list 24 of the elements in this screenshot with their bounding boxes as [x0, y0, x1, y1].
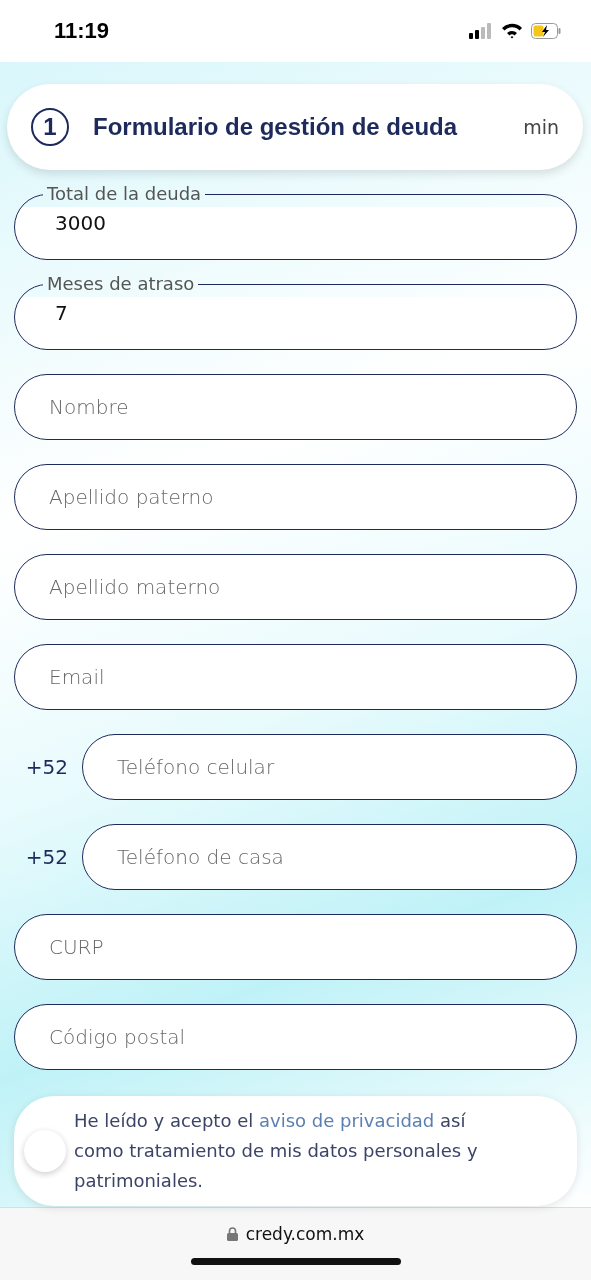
battery-icon — [531, 23, 561, 39]
input-field[interactable]: Nombre — [14, 374, 577, 440]
clock: 11:19 — [54, 18, 110, 44]
consent-text: He leído y acepto el aviso de privacidad así como tratamiento de mis datos personales y patrimoniales. — [74, 1109, 479, 1193]
country-code: +52 — [24, 845, 68, 869]
url-text[interactable]: credy.com.mx — [245, 1224, 365, 1244]
lock-icon — [226, 1227, 238, 1241]
privacy-link[interactable]: aviso de privacidad — [259, 1110, 435, 1131]
consent-toggle[interactable] — [24, 1130, 66, 1172]
input-field[interactable]: Apellido paterno — [14, 464, 577, 530]
input-field[interactable]: Código postal — [14, 1004, 577, 1070]
step-number: 1 — [31, 108, 69, 146]
field-label: Total de la deuda — [46, 182, 203, 206]
signal-icon — [469, 23, 493, 39]
field-label: Meses de atraso — [46, 272, 196, 296]
input-field[interactable]: CURP — [14, 914, 577, 980]
phone-field[interactable]: Teléfono celular — [82, 734, 577, 800]
input-field[interactable]: Apellido materno — [14, 554, 577, 620]
duration-label: min — [523, 116, 559, 138]
phone-field[interactable]: Teléfono de casa — [82, 824, 577, 890]
form-title: Formulario de gestión de deuda — [93, 113, 458, 141]
wifi-icon — [501, 23, 523, 39]
input-field[interactable]: Email — [14, 644, 577, 710]
country-code: +52 — [24, 755, 68, 779]
